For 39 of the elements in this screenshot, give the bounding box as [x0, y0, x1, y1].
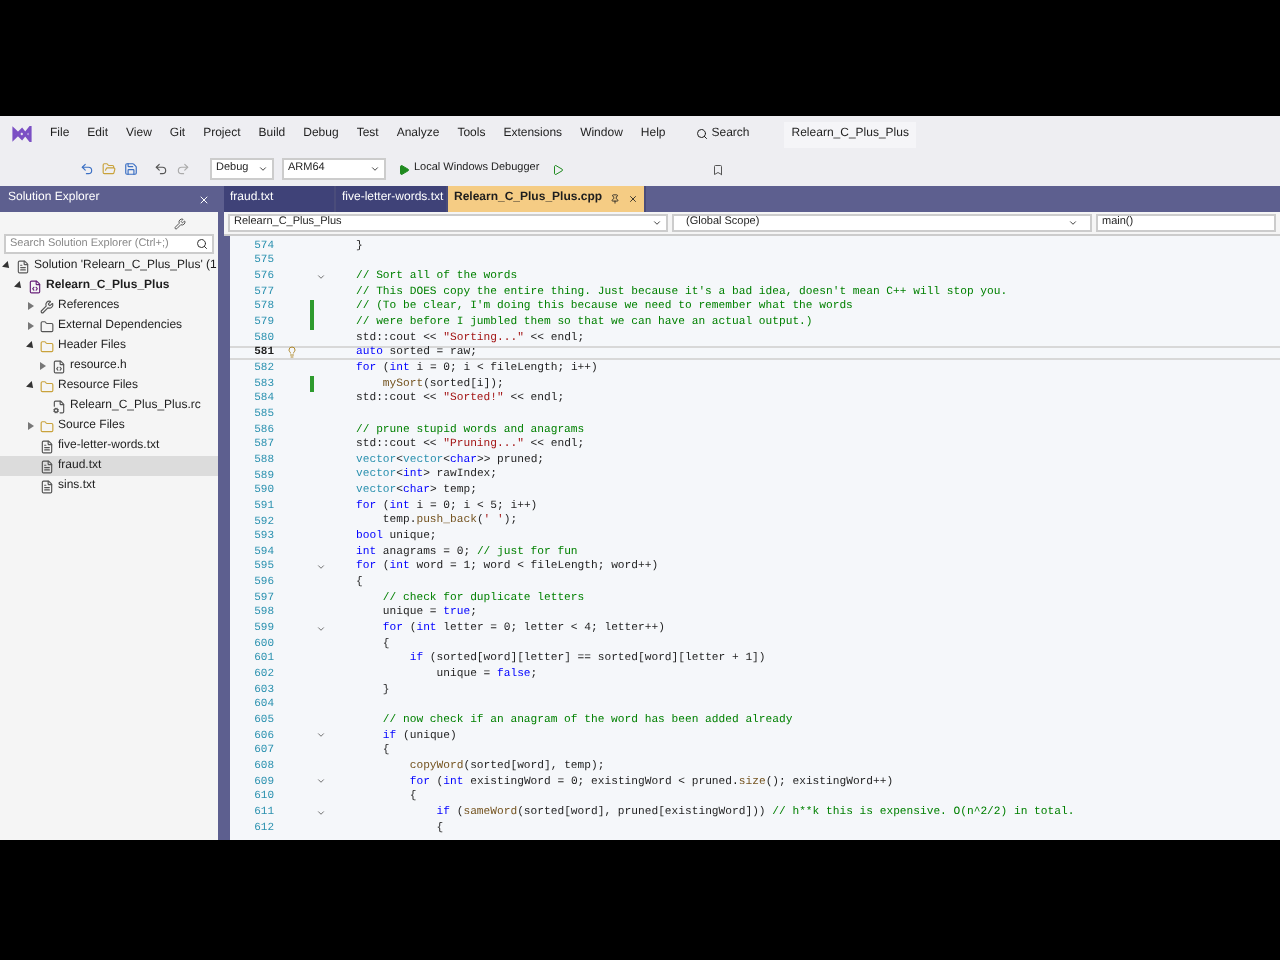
folder-icon	[40, 379, 54, 393]
wrench-icon[interactable]	[174, 217, 186, 229]
collapse-icon[interactable]	[316, 271, 326, 282]
collapse-icon[interactable]	[316, 776, 326, 787]
expander-icon[interactable]	[26, 381, 36, 391]
save-icon[interactable]	[124, 162, 138, 176]
expander-icon[interactable]	[26, 341, 36, 351]
collapse-icon[interactable]	[316, 807, 326, 818]
project-icon	[28, 279, 42, 293]
app-logo-icon	[12, 126, 32, 142]
solution-icon	[16, 259, 30, 273]
expander-icon[interactable]	[14, 281, 24, 291]
collapse-icon[interactable]	[316, 730, 326, 741]
play-icon[interactable]	[551, 163, 564, 175]
undo-icon[interactable]	[154, 162, 168, 176]
caret-icon	[370, 164, 380, 174]
resource-file-icon	[52, 399, 66, 413]
caret-icon	[258, 164, 268, 174]
folder-icon	[40, 419, 54, 433]
back-arrow-icon[interactable]	[80, 162, 94, 176]
expander-icon[interactable]	[2, 261, 12, 271]
references-icon	[40, 299, 54, 313]
file-icon	[40, 439, 54, 453]
file-icon	[40, 459, 54, 473]
collapse-icon[interactable]	[316, 562, 326, 573]
bookmark-icon[interactable]	[711, 163, 724, 175]
play-icon	[398, 163, 410, 175]
file-icon	[40, 479, 54, 493]
lightbulb-icon[interactable]	[286, 346, 298, 359]
search-icon	[695, 128, 708, 140]
caret-icon	[652, 218, 662, 228]
collapse-icon[interactable]	[316, 623, 326, 634]
open-folder-icon[interactable]	[102, 162, 116, 176]
header-file-icon	[52, 359, 66, 373]
pin-icon[interactable]	[610, 194, 621, 204]
folder-icon	[40, 339, 54, 353]
folder-icon	[40, 319, 54, 333]
search-icon	[196, 238, 208, 250]
caret-icon	[1068, 218, 1078, 228]
